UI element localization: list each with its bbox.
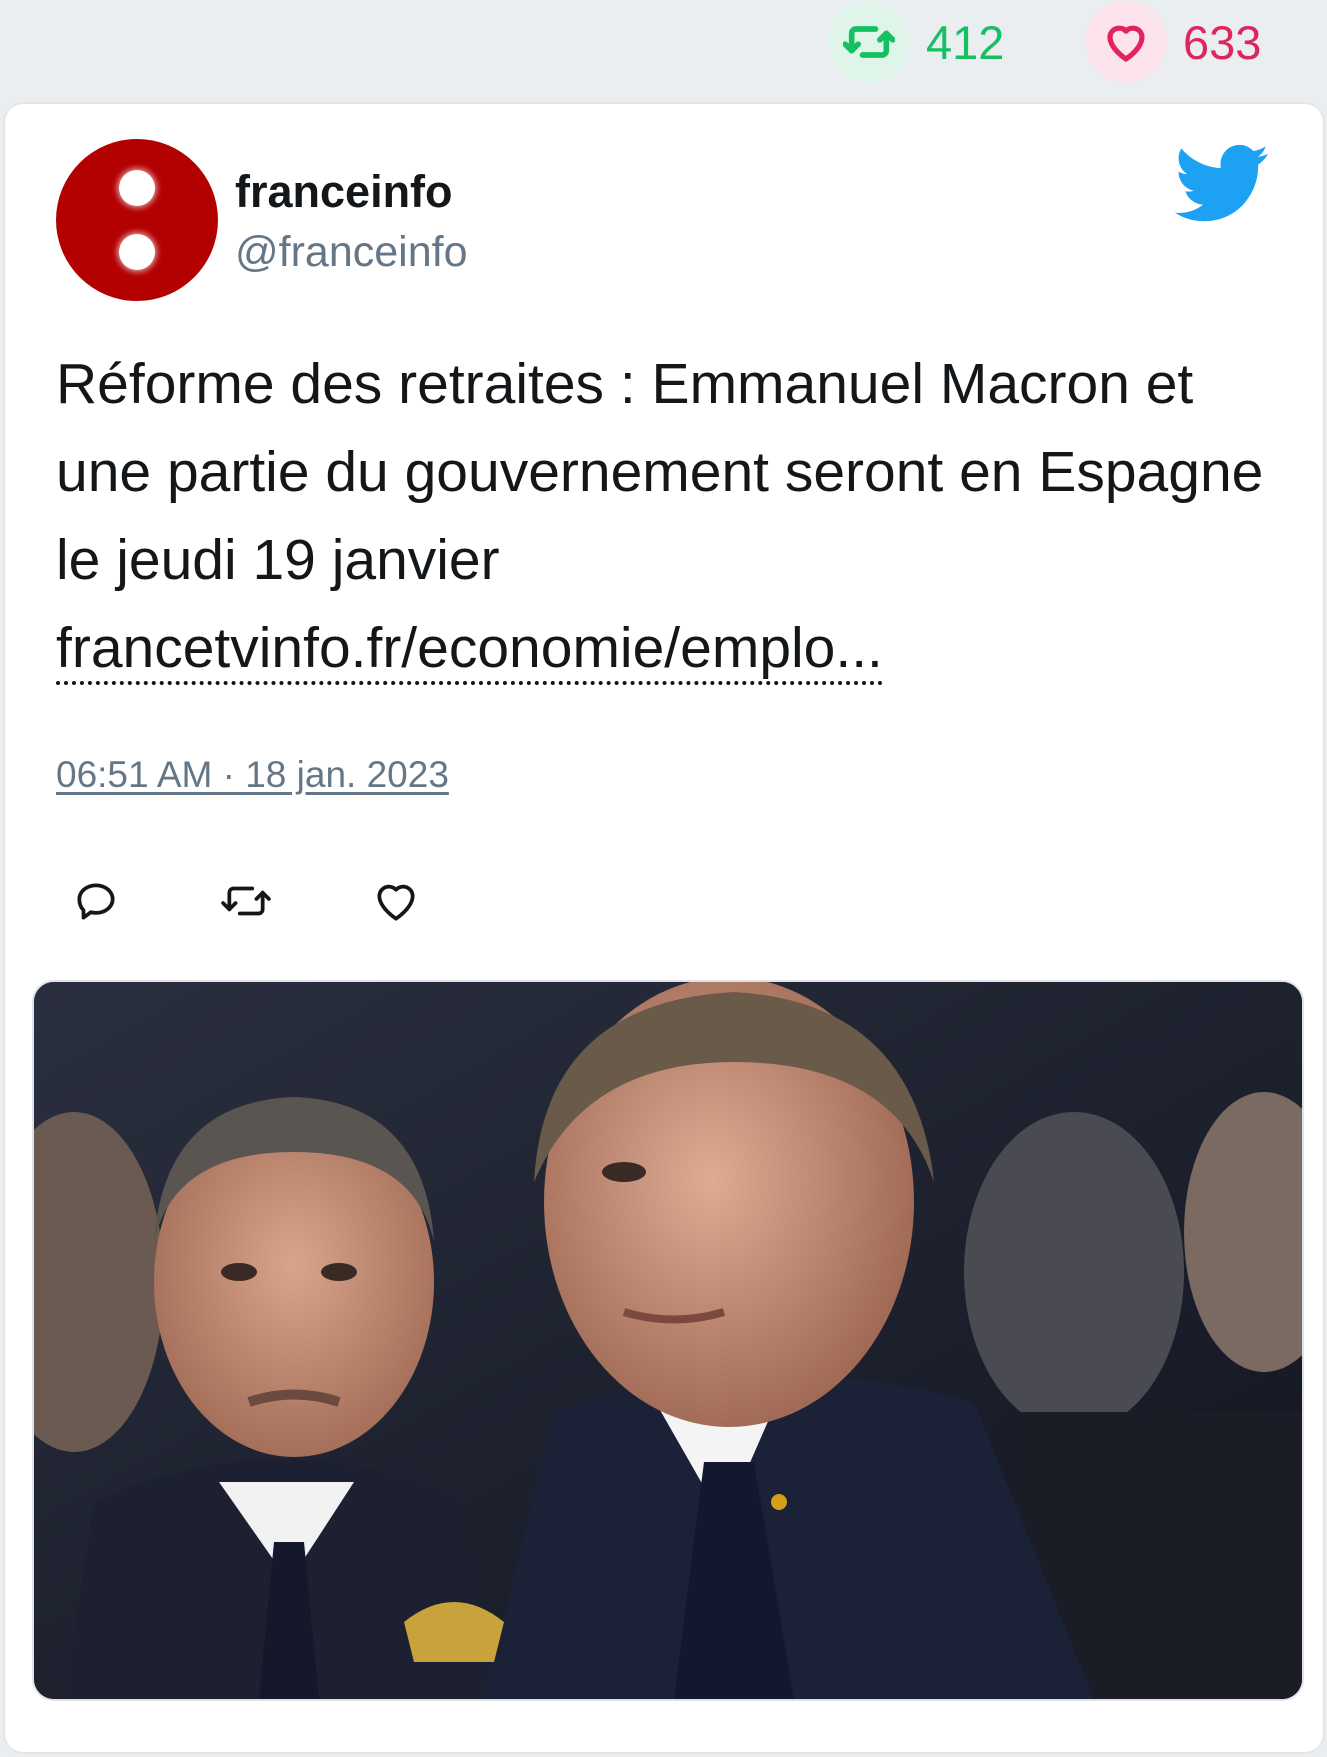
heart-icon — [1085, 1, 1167, 83]
twitter-bird-icon[interactable] — [1174, 144, 1270, 224]
like-stat[interactable]: 633 — [1085, 0, 1261, 84]
author-name[interactable]: franceinfo — [235, 166, 453, 218]
tweet-text: Réforme des retraites : Emmanuel Macron … — [56, 340, 1286, 692]
reply-icon[interactable] — [71, 876, 131, 936]
retweet-stat[interactable]: 412 — [828, 0, 1004, 84]
avatar-dot-top — [119, 170, 155, 206]
heart-icon[interactable] — [371, 876, 431, 936]
retweet-count: 412 — [926, 15, 1005, 69]
like-count: 633 — [1183, 15, 1262, 69]
avatar[interactable] — [56, 139, 218, 301]
tweet-timestamp[interactable]: 06:51 AM · 18 jan. 2023 — [56, 754, 449, 796]
tweet-photo[interactable] — [32, 980, 1304, 1701]
article-link[interactable]: francetvinfo.fr/economie/emplo... — [56, 616, 883, 685]
author-handle[interactable]: @franceinfo — [235, 228, 468, 277]
retweet-icon[interactable] — [221, 876, 281, 936]
tweet-card: franceinfo @franceinfo Réforme des retra… — [5, 104, 1323, 1752]
engagement-stats: 412 633 — [0, 0, 1327, 100]
retweet-icon — [828, 1, 910, 83]
tweet-body: Réforme des retraites : Emmanuel Macron … — [56, 352, 1264, 592]
avatar-dot-bottom — [119, 234, 155, 270]
